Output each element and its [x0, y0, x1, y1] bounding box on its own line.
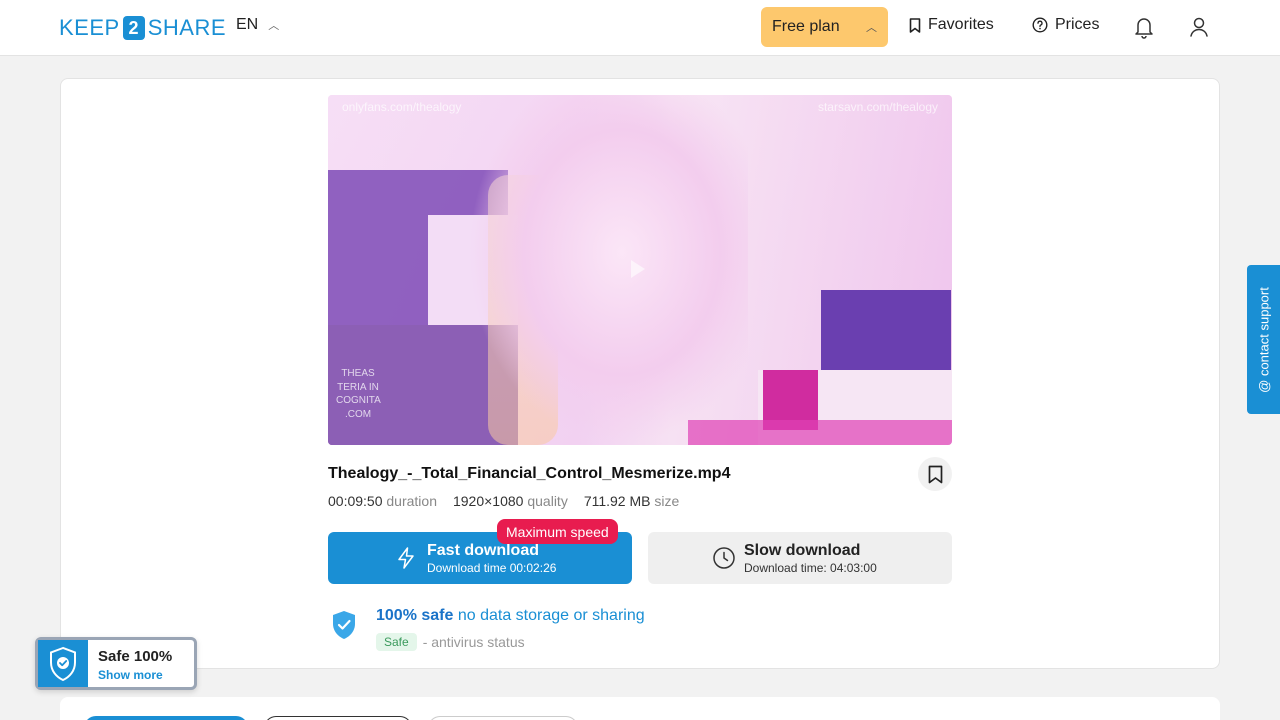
slow-download-button[interactable]: Slow download Download time: 04:03:00: [648, 532, 952, 584]
watermark-side: THEAS TERIA IN COGNITA .COM: [336, 368, 381, 420]
prices-label: Prices: [1055, 16, 1100, 33]
duration-meta: 00:09:50 duration: [328, 493, 437, 509]
quality-label: quality: [527, 493, 568, 509]
top-header: KEEP 2 SHARE EN ︿ Free plan ︿ Favorites …: [0, 0, 1280, 56]
logo-number: 2: [122, 16, 145, 40]
logo-right: SHARE: [147, 15, 226, 40]
user-account-icon[interactable]: [1188, 15, 1210, 39]
plan-label: Free plan: [772, 18, 840, 35]
slow-download-label: Slow download: [744, 542, 861, 559]
size-label: size: [654, 493, 680, 509]
tab-active[interactable]: [84, 716, 248, 720]
status-badge: Safe: [376, 633, 417, 651]
favorites-label: Favorites: [928, 16, 994, 33]
favorites-link[interactable]: Favorites: [909, 16, 994, 34]
status-text: - antivirus status: [422, 634, 525, 650]
help-circle-icon: [1032, 17, 1048, 33]
add-favorite-button[interactable]: [918, 457, 952, 491]
fast-download-time: Download time 00:02:26: [427, 561, 557, 575]
chevron-up-icon: ︿: [268, 20, 280, 32]
safe-widget[interactable]: Safe 100% Show more: [35, 637, 197, 690]
max-speed-badge: Maximum speed: [497, 519, 618, 544]
watermark-left: onlyfans.com/thealogy: [342, 100, 462, 114]
language-label: EN: [236, 16, 259, 33]
bookmark-icon: [928, 465, 942, 483]
shield-badge: [38, 640, 88, 687]
play-icon[interactable]: [631, 260, 645, 278]
logo[interactable]: KEEP 2 SHARE: [59, 14, 226, 42]
shield-check-icon: [50, 646, 76, 681]
contact-support-tab[interactable]: @ contact support: [1247, 265, 1280, 414]
file-meta: 00:09:50 duration 1920×1080 quality 711.…: [328, 493, 679, 509]
quality-value: 1920×1080: [452, 493, 524, 509]
language-selector[interactable]: EN ︿: [236, 16, 279, 34]
bookmark-icon: [909, 17, 921, 33]
file-name: Thealogy_-_Total_Financial_Control_Mesme…: [328, 465, 731, 482]
watermark-right: starsavn.com/thealogy: [817, 100, 938, 114]
chevron-up-icon: ︿: [866, 22, 877, 34]
slow-download-time: Download time: 04:03:00: [744, 561, 877, 575]
show-more-link[interactable]: Show more: [98, 668, 163, 682]
prices-link[interactable]: Prices: [1032, 16, 1099, 34]
size-meta: 711.92 MB size: [584, 493, 679, 509]
safe-widget-title: Safe 100%: [98, 648, 173, 665]
duration-label: duration: [386, 493, 437, 509]
size-value: 711.92 MB: [583, 493, 651, 509]
duration-value: 00:09:50: [328, 493, 383, 509]
quality-meta: 1920×1080 quality: [453, 493, 568, 509]
plan-button[interactable]: Free plan ︿: [761, 7, 888, 47]
antivirus-status: Safe - antivirus status: [376, 633, 525, 651]
contact-support-label: @ contact support: [1256, 286, 1271, 393]
notifications-bell-icon[interactable]: [1133, 15, 1155, 39]
clock-icon: [713, 547, 735, 569]
video-preview[interactable]: onlyfans.com/thealogy starsavn.com/theal…: [328, 95, 952, 445]
logo-left: KEEP: [59, 15, 120, 40]
preview-shape: [688, 420, 952, 445]
safety-headline: 100% safe no data storage or sharing: [376, 607, 645, 625]
tab-second[interactable]: [264, 716, 412, 720]
lightning-icon: [398, 547, 414, 569]
preview-shape: [468, 95, 748, 445]
fast-download-label: Fast download: [427, 542, 539, 559]
tab-third[interactable]: [428, 716, 578, 720]
safety-strong: 100% safe: [376, 607, 454, 624]
safety-rest: no data storage or sharing: [457, 607, 645, 624]
shield-check-icon: [333, 611, 355, 639]
